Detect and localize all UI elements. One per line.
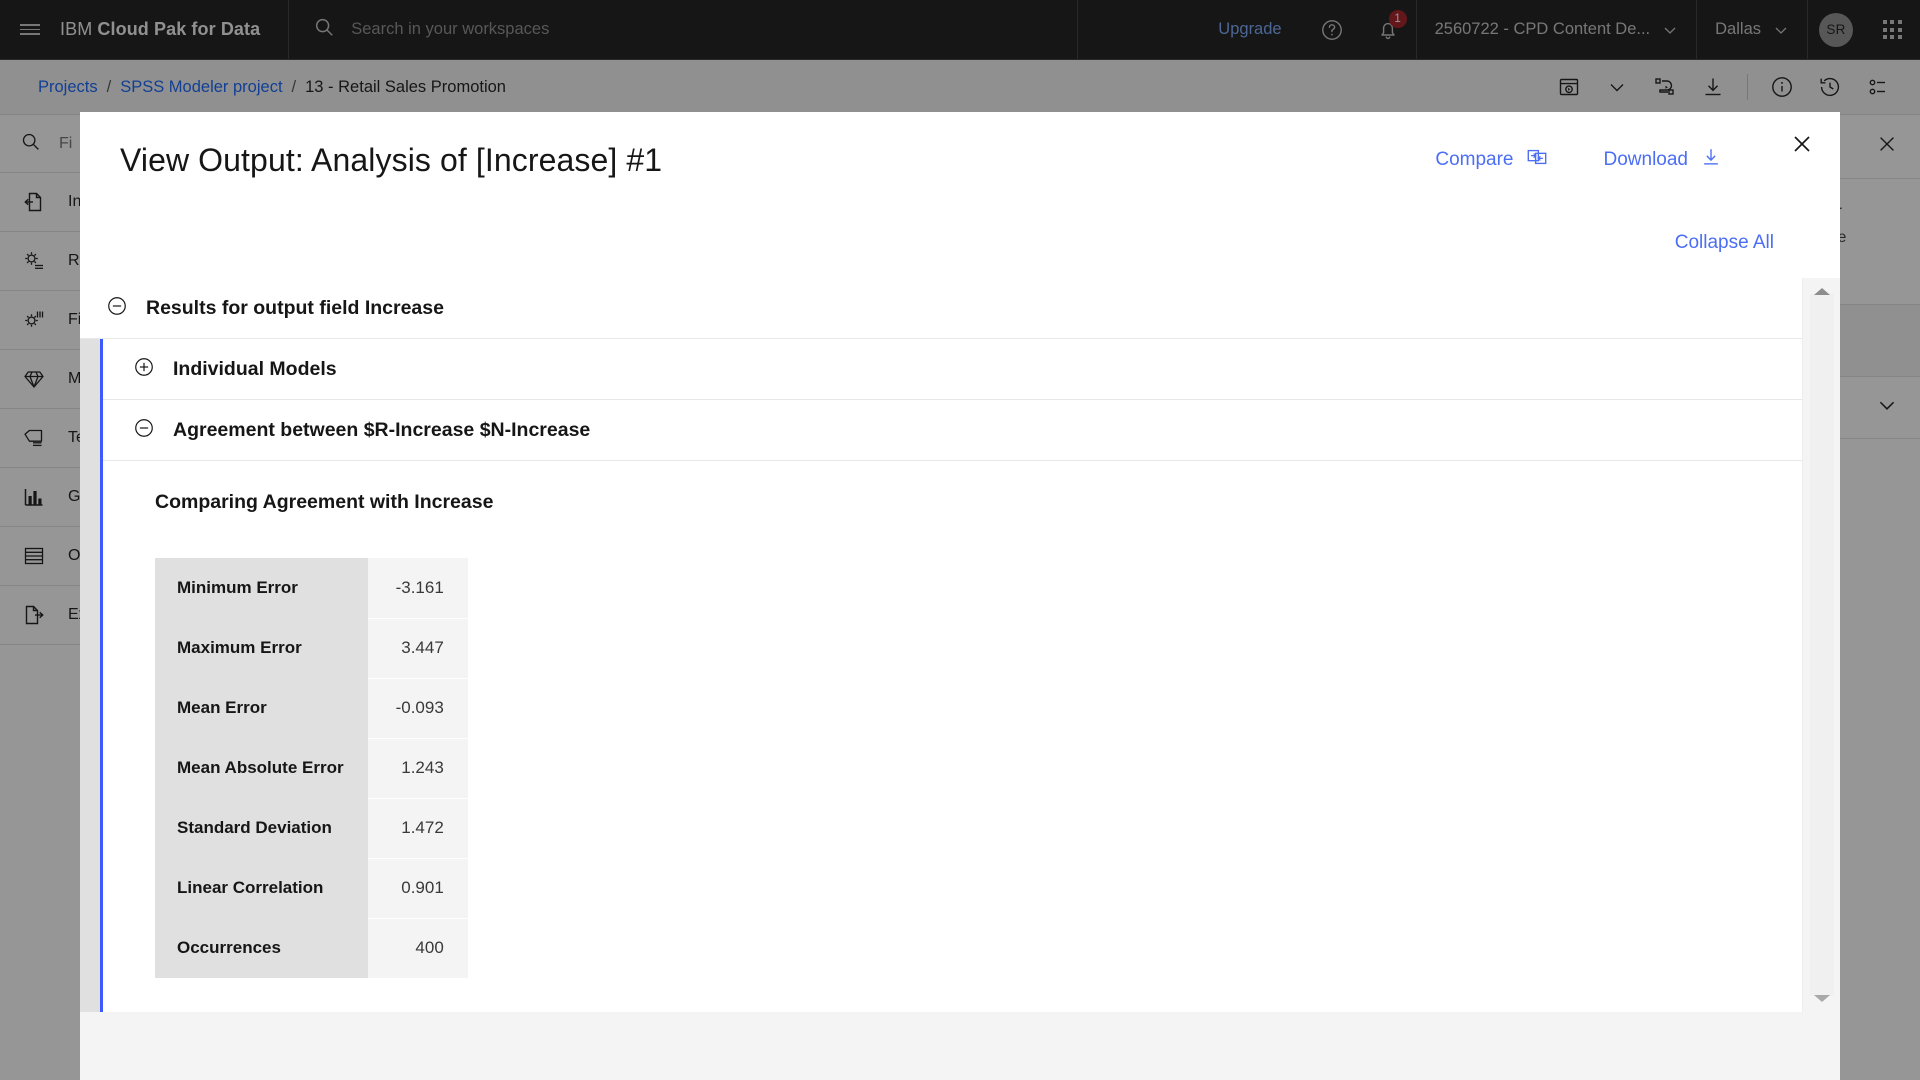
section-results-for-output-field[interactable]: Results for output field Increase — [80, 278, 1802, 339]
section-title: Results for output field Increase — [146, 296, 444, 319]
output-scroll-region[interactable]: Results for output field Increase Indivi… — [80, 278, 1802, 1019]
scroll-down-arrow-icon[interactable] — [1814, 995, 1830, 1002]
metric-label: Standard Deviation — [155, 798, 368, 858]
nested-sections: Individual Models Agreement between $R-I… — [100, 339, 1802, 1019]
modal-subbar: Collapse All — [80, 208, 1840, 278]
metric-value: 400 — [367, 918, 468, 979]
scrollbar-track[interactable] — [1810, 294, 1834, 996]
metric-value: 1.472 — [367, 798, 468, 859]
section-agreement[interactable]: Agreement between $R-Increase $N-Increas… — [103, 400, 1802, 461]
close-icon — [1790, 132, 1814, 161]
metrics-table-body: Minimum Error -3.161 Maximum Error 3.447… — [155, 558, 468, 979]
metric-value: 0.901 — [367, 858, 468, 919]
compare-label: Compare — [1435, 149, 1514, 170]
metrics-table: Minimum Error -3.161 Maximum Error 3.447… — [155, 558, 468, 979]
table-row: Mean Absolute Error 1.243 — [155, 738, 468, 799]
table-row: Maximum Error 3.447 — [155, 618, 468, 679]
minus-circle-icon[interactable] — [106, 295, 128, 322]
metric-label: Minimum Error — [155, 558, 368, 618]
subsection-title: Comparing Agreement with Increase — [155, 491, 494, 513]
table-row: Mean Error -0.093 — [155, 678, 468, 739]
page-title: View Output: Analysis of [Increase] #1 — [120, 141, 663, 178]
metric-value: -0.093 — [367, 678, 468, 739]
modal-body: Results for output field Increase Indivi… — [80, 278, 1840, 1080]
modal-footer-space — [80, 1012, 1840, 1080]
metric-label: Linear Correlation — [155, 858, 368, 918]
download-label: Download — [1603, 149, 1689, 170]
metric-value: -3.161 — [367, 558, 468, 619]
table-row: Minimum Error -3.161 — [155, 558, 468, 619]
results-card: Results for output field Increase Indivi… — [80, 278, 1802, 1019]
metric-label: Mean Error — [155, 678, 368, 738]
metric-value: 1.243 — [367, 738, 468, 799]
metric-value: 3.447 — [367, 618, 468, 679]
section-individual-models[interactable]: Individual Models — [103, 339, 1802, 400]
section-title: Agreement between $R-Increase $N-Increas… — [173, 418, 591, 441]
close-button[interactable] — [1778, 122, 1826, 170]
metric-label: Maximum Error — [155, 618, 368, 678]
collapse-all-button[interactable]: Collapse All — [1675, 232, 1774, 254]
metric-label: Occurrences — [155, 918, 368, 978]
minus-circle-icon[interactable] — [133, 417, 155, 444]
table-row: Linear Correlation 0.901 — [155, 858, 468, 919]
modal-header: View Output: Analysis of [Increase] #1 C… — [80, 112, 1840, 208]
compare-button[interactable]: Compare — [1435, 146, 1547, 174]
agreement-content: Comparing Agreement with Increase Minimu… — [103, 461, 1802, 1019]
download-icon — [1700, 146, 1722, 174]
table-row: Occurrences 400 — [155, 918, 468, 979]
view-output-modal: View Output: Analysis of [Increase] #1 C… — [80, 112, 1840, 1080]
vertical-scrollbar[interactable] — [1802, 278, 1840, 1012]
metric-label: Mean Absolute Error — [155, 738, 368, 798]
section-title: Individual Models — [173, 357, 337, 380]
section-gutter — [80, 339, 100, 1012]
scroll-up-arrow-icon[interactable] — [1814, 288, 1830, 295]
download-button[interactable]: Download — [1604, 146, 1723, 174]
compare-icon — [1526, 146, 1548, 174]
plus-circle-icon[interactable] — [133, 356, 155, 383]
table-row: Standard Deviation 1.472 — [155, 798, 468, 859]
